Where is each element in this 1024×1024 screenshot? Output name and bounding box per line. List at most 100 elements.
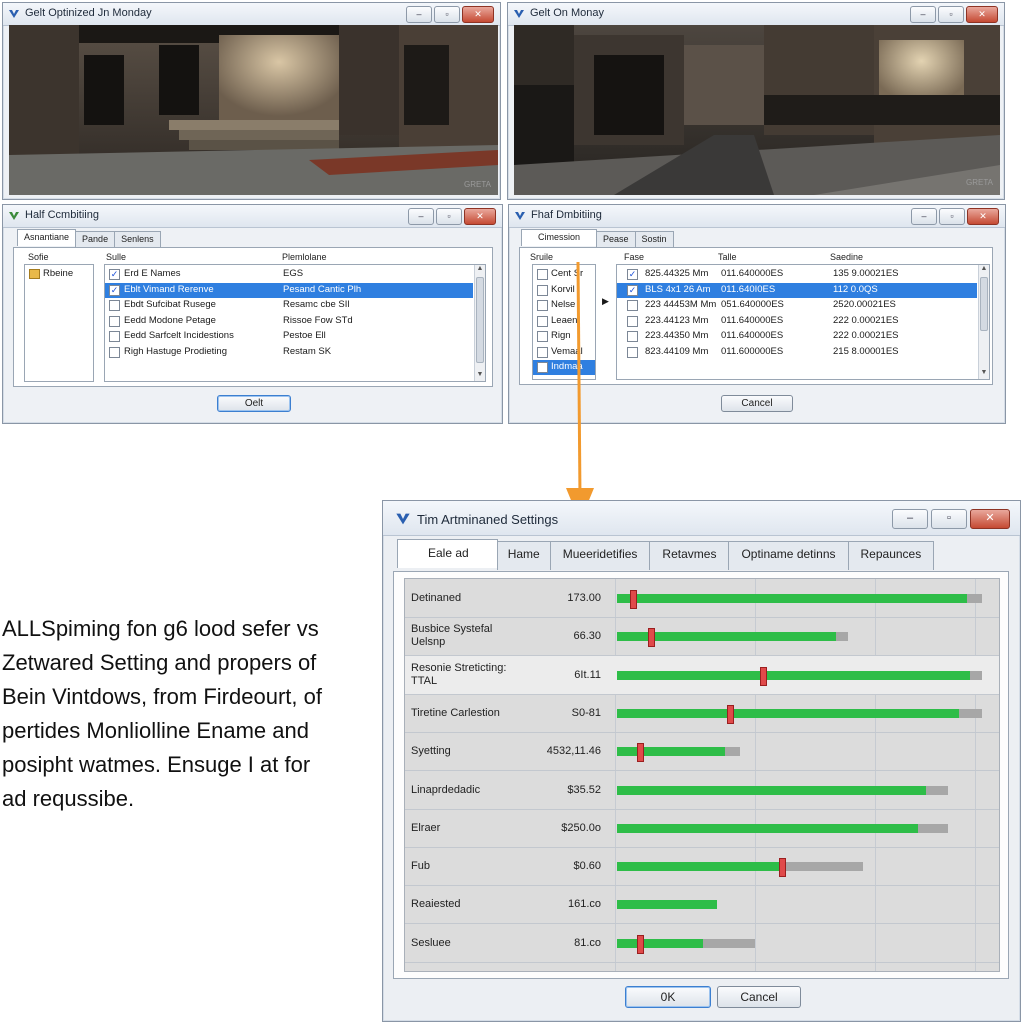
option-row[interactable]: Ebdt Sufcibat Rusege Resamc cbe SIl: [105, 298, 473, 313]
list-item-checkbox[interactable]: [537, 300, 548, 311]
setting-slider-track[interactable]: [617, 666, 982, 686]
main-titlebar[interactable]: Tim Artminaned Settings – ▫ ✕: [383, 501, 1020, 536]
row-checkbox[interactable]: [627, 315, 638, 327]
scroll-down-icon[interactable]: ▼: [475, 371, 485, 381]
data-row[interactable]: 223.44350 Mm 011.640000ES 222 0.00021ES: [617, 329, 977, 344]
setting-row[interactable]: Reaiested 161.co: [405, 885, 999, 925]
game-window-2-titlebar[interactable]: Gelt On Monay – ▫ ✕: [508, 3, 1004, 26]
cancel-button[interactable]: Cancel: [721, 395, 793, 412]
maximize-icon[interactable]: ▫: [938, 6, 964, 23]
data-row[interactable]: 223 44453M Mm 051.640000ES 2520.00021ES: [617, 298, 977, 313]
setting-row[interactable]: Linaprdedadic $35.52: [405, 771, 999, 810]
slider-handle[interactable]: [637, 934, 645, 954]
data-row[interactable]: ✓ 825.44325 Mm 011.640000ES 135 9.00021ES: [617, 267, 977, 282]
close-icon[interactable]: ✕: [967, 208, 999, 225]
option-row[interactable]: Righ Hastuge Prodieting Restam SK: [105, 345, 473, 360]
setting-row[interactable]: Syetting 4532,11.46: [405, 732, 999, 772]
close-icon[interactable]: ✕: [464, 208, 496, 225]
tab-eale-ad[interactable]: Eale ad: [397, 539, 498, 568]
maximize-icon[interactable]: ▫: [931, 509, 967, 529]
slider-handle[interactable]: [778, 858, 786, 878]
close-icon[interactable]: ✕: [966, 6, 998, 23]
cancel-button[interactable]: Cancel: [717, 986, 801, 1008]
list-item-checkbox[interactable]: [537, 315, 548, 327]
setting-slider-track[interactable]: [617, 590, 982, 609]
minimize-icon[interactable]: –: [408, 208, 434, 225]
scroll-up-icon[interactable]: ▲: [475, 265, 485, 275]
setting-slider-track[interactable]: [617, 785, 949, 795]
option-row[interactable]: ✓ Eblt Vimand Rerenve Pesand Cantic Plh: [105, 282, 473, 298]
data-row[interactable]: 823.44109 Mm 011.600000ES 215 8.00001ES: [617, 345, 977, 360]
scroll-thumb[interactable]: [476, 277, 484, 363]
tab-pande[interactable]: Pande: [75, 231, 116, 248]
tab-retavmes[interactable]: Retavmes: [649, 541, 730, 570]
setting-slider-track[interactable]: [617, 858, 863, 878]
setting-slider-track[interactable]: [617, 900, 718, 910]
scroll-thumb[interactable]: [980, 277, 988, 331]
slider-handle[interactable]: [648, 628, 656, 648]
data-list[interactable]: ✓ 825.44325 Mm 011.640000ES 135 9.00021ES ✓ B…: [616, 264, 990, 380]
minimize-icon[interactable]: –: [892, 509, 928, 529]
tab-sostin[interactable]: Sostin: [634, 231, 674, 248]
option-row[interactable]: ✓ Erd E Names EGS: [105, 267, 473, 282]
setting-row[interactable]: Busbice Systefal Uelsnp 66.30: [405, 617, 999, 657]
list-item-checkbox[interactable]: [537, 284, 548, 296]
setting-row[interactable]: Tiretine Carlestion S0-81: [405, 694, 999, 733]
dialog-1-titlebar[interactable]: Half Ccmbitiing – ▫ ✕: [3, 205, 502, 228]
setting-row[interactable]: Resonie Streticting: TTAL 6It.11: [405, 655, 999, 695]
data-row[interactable]: ✓ BLS 4x1 26 Am 011.640I0ES 112 0.0QS: [617, 282, 977, 298]
list-item-checkbox[interactable]: [537, 269, 548, 280]
ok-button[interactable]: 0K: [625, 986, 711, 1008]
setting-row[interactable]: Fub $0.60: [405, 847, 999, 887]
option-checkbox[interactable]: ✓: [109, 269, 120, 280]
option-row[interactable]: Eedd Modone Petage Rissoe Fow STd: [105, 314, 473, 329]
setting-slider-track[interactable]: [617, 934, 755, 954]
slider-handle[interactable]: [760, 666, 768, 686]
option-checkbox[interactable]: ✓: [109, 284, 120, 296]
tab-general[interactable]: Asnantiane: [17, 229, 77, 246]
list-item-checkbox[interactable]: [537, 331, 548, 342]
tab-senlens[interactable]: Senlens: [114, 231, 161, 248]
setting-slider-track[interactable]: [617, 628, 848, 648]
tab-hame[interactable]: Hame: [496, 541, 551, 570]
option-checkbox[interactable]: [109, 315, 120, 327]
scroll-up-icon[interactable]: ▲: [979, 265, 989, 275]
row-checkbox[interactable]: [627, 331, 638, 342]
maximize-icon[interactable]: ▫: [939, 208, 965, 225]
minimize-icon[interactable]: –: [910, 6, 936, 23]
setting-slider-track[interactable]: [617, 823, 949, 833]
tab-repaunces[interactable]: Repaunces: [847, 541, 935, 570]
minimize-icon[interactable]: –: [406, 6, 432, 23]
option-checkbox[interactable]: [109, 346, 120, 358]
dialog-2-titlebar[interactable]: Fhaf Dmbitiing – ▫ ✕: [509, 205, 1005, 228]
list-item[interactable]: Rbeine: [25, 267, 93, 282]
option-checkbox[interactable]: [109, 300, 120, 311]
setting-row[interactable]: Sesluee 81.co: [405, 924, 999, 963]
scroll-down-icon[interactable]: ▼: [979, 369, 989, 379]
vertical-scrollbar[interactable]: ▲ ▼: [978, 265, 989, 379]
expand-arrow-icon[interactable]: ▶: [602, 296, 609, 307]
row-checkbox[interactable]: [627, 300, 638, 311]
slider-handle[interactable]: [726, 704, 734, 724]
slider-handle[interactable]: [637, 743, 645, 763]
ok-button[interactable]: Oelt: [217, 395, 291, 412]
tab-pease[interactable]: Pease: [596, 231, 636, 248]
maximize-icon[interactable]: ▫: [436, 208, 462, 225]
close-icon[interactable]: ✕: [462, 6, 494, 23]
list-item-checkbox[interactable]: [537, 362, 548, 373]
data-row[interactable]: 223.44123 Mm 011.640000ES 222 0.00021ES: [617, 314, 977, 329]
game-viewport-1[interactable]: GRETA: [9, 25, 498, 195]
minimize-icon[interactable]: –: [911, 208, 937, 225]
options-list[interactable]: ✓ Erd E Names EGS ✓ Eblt Vimand Rerenve Pesan…: [104, 264, 486, 382]
row-checkbox[interactable]: [627, 346, 638, 358]
tab-optiname-detinns[interactable]: Optiname detinns: [728, 541, 849, 570]
setting-slider-track[interactable]: [617, 743, 740, 763]
setting-slider-track[interactable]: [617, 704, 982, 724]
row-checkbox[interactable]: ✓: [627, 284, 638, 296]
list-item-checkbox[interactable]: [537, 346, 548, 358]
tab-mueeridetifies[interactable]: Mueeridetifies: [549, 541, 651, 570]
row-checkbox[interactable]: ✓: [627, 269, 638, 280]
left-list[interactable]: Rbeine: [24, 264, 94, 382]
close-icon[interactable]: ✕: [970, 509, 1010, 529]
setting-row[interactable]: Detinaned 173.00: [405, 579, 999, 618]
